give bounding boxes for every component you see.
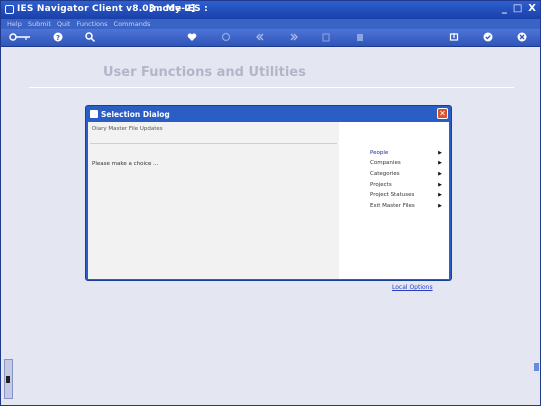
option-exit-master-files[interactable]: Exit Master Files ▶	[370, 203, 442, 211]
option-label: Exit Master Files	[370, 203, 415, 209]
selection-dialog: Selection Dialog ✕ Diary Master File Upd…	[85, 105, 452, 281]
menu-functions[interactable]: Functions	[76, 20, 107, 28]
dialog-title: Selection Dialog	[101, 110, 170, 119]
option-people[interactable]: People ▶	[370, 150, 442, 158]
svg-text:?: ?	[56, 34, 60, 42]
menu-help[interactable]: Help	[7, 20, 22, 28]
dialog-divider	[90, 143, 337, 144]
export-icon[interactable]	[449, 32, 459, 46]
dialog-close-button[interactable]: ✕	[437, 108, 448, 119]
option-project-statuses[interactable]: Project Statuses ▶	[370, 192, 442, 200]
menu-submit[interactable]: Submit	[28, 20, 51, 28]
menu-quit[interactable]: Quit	[57, 20, 71, 28]
dialog-left-panel: Diary Master File Updates Please make a …	[88, 122, 339, 279]
window-controls: _ □ X	[502, 3, 536, 14]
dialog-prompt: Please make a choice ...	[92, 161, 159, 167]
option-label: Projects	[370, 182, 392, 188]
option-projects[interactable]: Projects ▶	[370, 182, 442, 190]
search-icon[interactable]	[85, 32, 96, 46]
copy-icon[interactable]	[321, 32, 331, 46]
help-icon[interactable]: ?	[53, 32, 63, 46]
chevron-right-icon: ▶	[438, 203, 442, 209]
menu-bar: Help Submit Quit Functions Commands	[1, 19, 540, 29]
app-window: IES Navigator Client v8.03 : My IES : [m…	[0, 0, 541, 406]
heart-icon[interactable]	[187, 32, 197, 46]
minimize-button[interactable]: _	[502, 3, 507, 14]
divider	[29, 87, 514, 88]
toolbar: ?	[1, 29, 540, 47]
chevron-right-icon: ▶	[438, 182, 442, 188]
maximize-button[interactable]: □	[513, 3, 522, 14]
local-options-link[interactable]: Local Options	[392, 284, 433, 291]
fast-forward-icon[interactable]	[289, 32, 299, 46]
option-companies[interactable]: Companies ▶	[370, 160, 442, 168]
close-window-button[interactable]: X	[528, 3, 536, 14]
chevron-right-icon: ▶	[438, 160, 442, 166]
dialog-title-bar: Selection Dialog ✕	[89, 108, 450, 122]
chevron-right-icon: ▶	[438, 171, 442, 177]
refresh-icon[interactable]	[221, 32, 231, 46]
app-icon	[5, 5, 14, 14]
scroll-marker	[534, 363, 539, 371]
chevron-right-icon: ▶	[438, 192, 442, 198]
menu-commands[interactable]: Commands	[114, 20, 151, 28]
clipboard-icon[interactable]	[355, 32, 365, 46]
side-panel-tab[interactable]	[4, 359, 13, 399]
option-label: Project Statuses	[370, 192, 415, 198]
options-panel: People ▶ Companies ▶ Categories ▶ Projec…	[339, 122, 449, 279]
title-bar: IES Navigator Client v8.03 : My IES : [m…	[1, 1, 540, 19]
dialog-body: Diary Master File Updates Please make a …	[88, 122, 449, 279]
check-icon[interactable]	[483, 32, 493, 46]
close-icon[interactable]	[517, 32, 527, 46]
dialog-subtitle: Diary Master File Updates	[92, 126, 163, 132]
option-label: People	[370, 150, 389, 156]
page-title: User Functions and Utilities	[103, 65, 306, 80]
dialog-icon	[90, 110, 98, 118]
rewind-icon[interactable]	[255, 32, 265, 46]
option-label: Categories	[370, 171, 400, 177]
chevron-right-icon: ▶	[438, 150, 442, 156]
option-categories[interactable]: Categories ▶	[370, 171, 442, 179]
panel-tab-icon	[6, 376, 10, 383]
window-mode: [mode-2]	[149, 4, 196, 14]
key-icon[interactable]	[9, 32, 31, 46]
option-label: Companies	[370, 160, 401, 166]
